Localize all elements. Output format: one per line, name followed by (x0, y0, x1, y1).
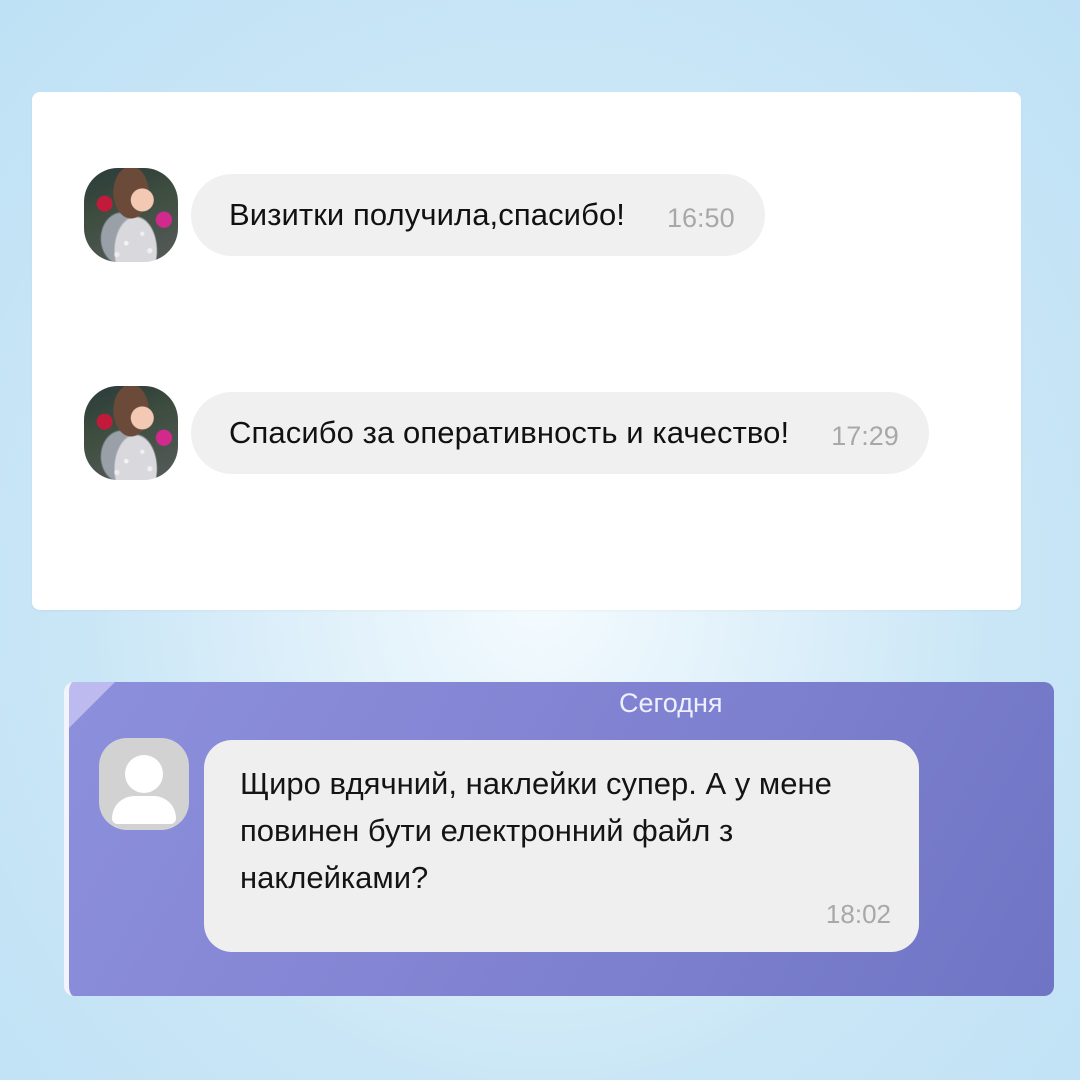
message-time: 17:29 (831, 420, 899, 451)
message-bubble[interactable]: Визитки получила,спасибо! 16:50 (191, 174, 765, 256)
user-photo-avatar[interactable] (84, 386, 178, 480)
message-text: Спасибо за оперативность и качество! (229, 415, 790, 450)
message-text: Визитки получила,спасибо! (229, 197, 626, 232)
chat-card-bottom: Сегодня Щиро вдячний, наклейки супер. А … (64, 682, 1054, 996)
user-photo-avatar[interactable] (84, 168, 178, 262)
message-bubble[interactable]: Спасибо за оперативность и качество! 17:… (191, 392, 929, 474)
person-silhouette-icon[interactable] (99, 738, 189, 830)
message-row: Спасибо за оперативность и качество! 17:… (84, 386, 929, 480)
message-row: Визитки получила,спасибо! 16:50 (84, 168, 765, 262)
avatar-body-shape (112, 796, 176, 824)
avatar-head-shape (125, 755, 163, 793)
message-time: 18:02 (825, 899, 891, 929)
message-bubble[interactable]: Щиро вдячний, наклейки супер. А у мене п… (204, 740, 919, 952)
message-time: 16:50 (667, 202, 735, 233)
date-separator: Сегодня (619, 688, 723, 718)
message-text: Щиро вдячний, наклейки супер. А у мене п… (240, 766, 832, 895)
chat-card-top: Визитки получила,спасибо! 16:50 Спасибо … (32, 92, 1021, 610)
